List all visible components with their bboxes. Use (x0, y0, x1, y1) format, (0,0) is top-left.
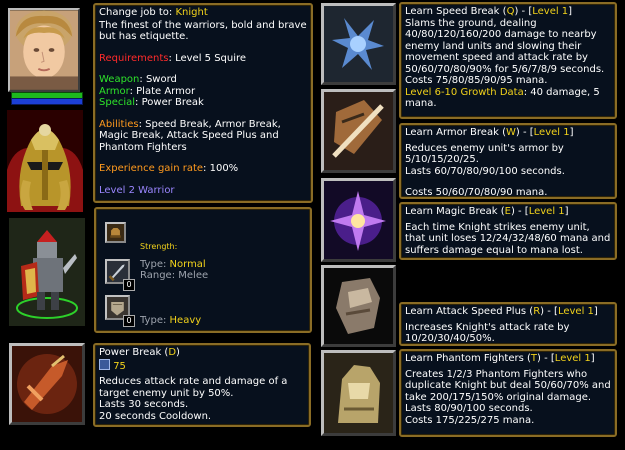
magic-break-level: Level 1 (528, 206, 565, 217)
magic-break-learn: Learn Magic Break (405, 206, 498, 217)
magic-break-hotkey: E (504, 206, 511, 217)
power-break-icon[interactable] (9, 343, 85, 425)
speed-break-hotkey: Q (506, 6, 515, 17)
weapon-value: Sword (145, 74, 177, 85)
strength-icon (105, 222, 126, 243)
weapon-type-value: Normal (169, 259, 206, 270)
phantom-fighters-learn: Learn Phantom Fighters (405, 353, 524, 364)
phantom-fighters-description: Creates 1/2/3 Phantom Fighters who dupli… (405, 368, 611, 403)
job-name: Knight (175, 7, 208, 18)
armor-break-icon[interactable] (321, 89, 396, 173)
job-info-panel: Change job to: Knight The finest of the … (93, 3, 313, 203)
exp-rate-label: Experience gain rate (99, 163, 204, 174)
attack-speed-plus-level: Level 1 (557, 306, 594, 317)
special-value: Power Break (141, 97, 204, 108)
armor-type-value: Heavy (169, 315, 202, 326)
attack-speed-plus-description: Increases Knight's attack rate by 10/20/… (405, 321, 570, 345)
hero-portrait[interactable] (8, 8, 80, 92)
armor-break-panel: Learn Armor Break (W) - [Level 1] Reduce… (399, 123, 617, 199)
phantom-fighters-panel: Learn Phantom Fighters (T) - [Level 1] C… (399, 349, 617, 437)
change-job-label: Change job to: (99, 7, 173, 18)
abilities-label: Abilities (99, 118, 139, 130)
attack-speed-plus-learn: Learn Attack Speed Plus (405, 306, 527, 317)
requirements-label: Requirements (99, 52, 169, 64)
job-description: The finest of the warriors, bold and bra… (99, 19, 307, 43)
speed-break-growth-label: Level 6-10 Growth Data (405, 86, 524, 98)
armor-break-hotkey: W (505, 127, 516, 138)
mana-icon (99, 358, 110, 370)
magic-break-panel: Learn Magic Break (E) - [Level 1] Each t… (399, 202, 617, 260)
armor-type-label: Type: (140, 315, 167, 326)
weapon-label: Weapon (99, 74, 140, 85)
stats-panel: Strength: 0 Type: Normal Range: Melee 0 … (94, 207, 312, 333)
weapon-type-label: Type: (140, 259, 167, 270)
knight-portrait-icon[interactable] (7, 110, 83, 212)
knight-unit-model (9, 218, 85, 326)
special-label: Special (99, 97, 136, 108)
armor-break-cost: Costs 50/60/70/80/90 mana. (405, 187, 548, 198)
phantom-fighters-cost: Costs 175/225/275 mana. (405, 414, 535, 426)
phantom-fighters-hotkey: T (530, 353, 538, 364)
armor-break-learn: Learn Armor Break (405, 127, 499, 138)
magic-break-description: Each time Knight strikes enemy unit, tha… (405, 221, 611, 256)
power-break-duration: Lasts 30 seconds. (99, 399, 189, 410)
power-break-hotkey: D (168, 347, 177, 358)
armor-break-level: Level 1 (533, 127, 570, 138)
power-break-description: Reduces attack rate and damage of a targ… (99, 376, 288, 399)
strength-label: Strength: (140, 242, 178, 251)
mana-bar (11, 98, 83, 105)
armor-break-description: Reduces enemy unit's armor by 5/10/15/20… (405, 142, 564, 166)
phantom-fighters-duration: Lasts 80/90/100 seconds. (405, 403, 533, 414)
armor-break-duration: Lasts 60/70/80/90/100 seconds. (405, 165, 565, 177)
armor-value: Plate Armor (136, 85, 196, 97)
range-value: Melee (178, 270, 209, 281)
range-line: Range: Melee (140, 270, 208, 282)
armor-type-line: Type: Heavy (140, 315, 201, 327)
weapon-type-line: Type: Normal (140, 259, 206, 271)
attack-speed-plus-icon[interactable] (321, 265, 396, 347)
speed-break-panel: Learn Speed Break (Q) - [Level 1] Slams … (399, 2, 617, 119)
speed-break-learn: Learn Speed Break (405, 6, 500, 17)
next-job: Level 2 Warrior (99, 184, 175, 196)
speed-break-icon[interactable] (321, 3, 396, 85)
phantom-fighters-icon[interactable] (321, 350, 396, 436)
power-break-title: Power Break (99, 347, 162, 358)
armor-upgrade-badge: 0 (123, 315, 135, 327)
range-label: Range: (140, 270, 176, 281)
magic-break-icon[interactable] (321, 178, 396, 262)
attack-speed-plus-panel: Learn Attack Speed Plus (R) - [Level 1] … (399, 302, 617, 346)
power-break-cooldown: 20 seconds Cooldown. (99, 410, 212, 422)
attack-upgrade-badge: 0 (123, 279, 135, 291)
speed-break-level: Level 1 (532, 6, 569, 17)
speed-break-description: Slams the ground, dealing 40/80/120/160/… (405, 17, 605, 75)
power-break-cost: 75 (113, 360, 126, 372)
phantom-fighters-level: Level 1 (554, 353, 591, 364)
hero-face-icon (10, 10, 78, 90)
speed-break-cost: Costs 75/80/85/90/95 mana. (405, 75, 548, 86)
attack-speed-plus-hotkey: R (533, 306, 541, 317)
exp-rate-value: 100% (209, 163, 239, 174)
armor-label: Armor (99, 85, 130, 97)
power-break-panel: Power Break (D) 75 Reduces attack rate a… (93, 343, 311, 427)
requirements-value: Level 5 Squire (175, 52, 247, 64)
